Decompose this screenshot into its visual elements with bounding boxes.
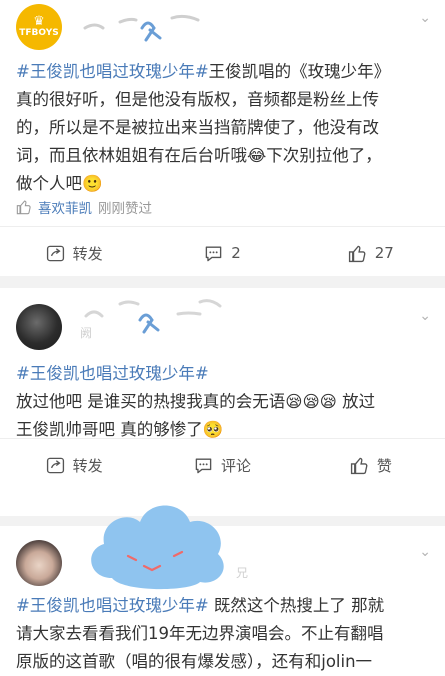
repost-icon (46, 245, 64, 261)
comment-button[interactable]: 评论 (148, 455, 296, 476)
like-button[interactable]: 赞 (297, 455, 445, 476)
sleepy-emoji: 😪😪😪 (285, 392, 337, 411)
repost-button[interactable]: 转发 (0, 243, 148, 264)
user-name[interactable]: 阙 (80, 324, 92, 341)
thumb-up-icon (16, 200, 31, 215)
pleading-emoji: 🥺 (202, 420, 224, 439)
action-bar: 转发 评论 赞 (0, 450, 445, 480)
avatar[interactable] (16, 540, 62, 586)
post-card-3: 兄 ⌄ #王俊凯也唱过玫瑰少年# 既然这个热搜上了 那就 请大家去看看我们19年… (0, 505, 445, 676)
avatar[interactable]: ♛ TFBOYS (16, 4, 62, 50)
chevron-down-icon[interactable]: ⌄ (419, 10, 431, 26)
repost-button[interactable]: 转发 (0, 455, 148, 476)
name-scribble (84, 299, 222, 334)
divider (0, 226, 445, 227)
post-body: #王俊凯也唱过玫瑰少年#王俊凯唱的《玫瑰少年》 真的很好听，但是他没有版权，音频… (16, 62, 391, 193)
post-body: #王俊凯也唱过玫瑰少年# 既然这个热搜上了 那就 请大家去看看我们19年无边界演… (16, 596, 385, 671)
smile-emoji: 🙂 (82, 174, 103, 193)
divider (0, 438, 445, 439)
hashtag-link[interactable]: #王俊凯也唱过玫瑰少年# (16, 62, 209, 81)
comment-button[interactable]: 2 (148, 244, 296, 263)
crown-icon: ♛ (33, 14, 45, 29)
name-cloud-sticker (91, 505, 224, 590)
avatar[interactable] (16, 304, 62, 350)
post-body: #王俊凯也唱过玫瑰少年# 放过他吧 是谁买的热搜我真的会无语😪😪😪 放过 王俊凯… (16, 364, 376, 439)
hashtag-link[interactable]: #王俊凯也唱过玫瑰少年# (16, 364, 209, 383)
post-card-2: 阙 ⌄ #王俊凯也唱过玫瑰少年# 放过他吧 是谁买的热搜我真的会无语😪😪😪 放过… (0, 288, 445, 516)
liked-by-user-link[interactable]: 喜欢菲凯 (38, 197, 92, 217)
hashtag-link[interactable]: #王俊凯也唱过玫瑰少年# (16, 596, 209, 615)
thumb-up-icon (348, 245, 366, 262)
like-button[interactable]: 27 (297, 244, 445, 263)
action-bar: 转发 2 27 (0, 238, 445, 268)
user-name[interactable]: 兄 (236, 564, 248, 581)
chevron-down-icon[interactable]: ⌄ (419, 544, 431, 560)
thumb-up-icon (350, 457, 368, 474)
comment-icon (195, 457, 212, 473)
name-scribble (83, 14, 200, 42)
liked-by-row: 喜欢菲凯 刚刚赞过 (16, 197, 152, 217)
laughing-emoji: 😂 (247, 146, 267, 165)
chevron-down-icon[interactable]: ⌄ (419, 308, 431, 324)
repost-icon (46, 457, 64, 473)
comment-icon (205, 245, 222, 261)
post-card-1: ♛ TFBOYS ⌄ #王俊凯也唱过玫瑰少年#王俊凯唱的《玫瑰少年》 真的很好听… (0, 0, 445, 276)
